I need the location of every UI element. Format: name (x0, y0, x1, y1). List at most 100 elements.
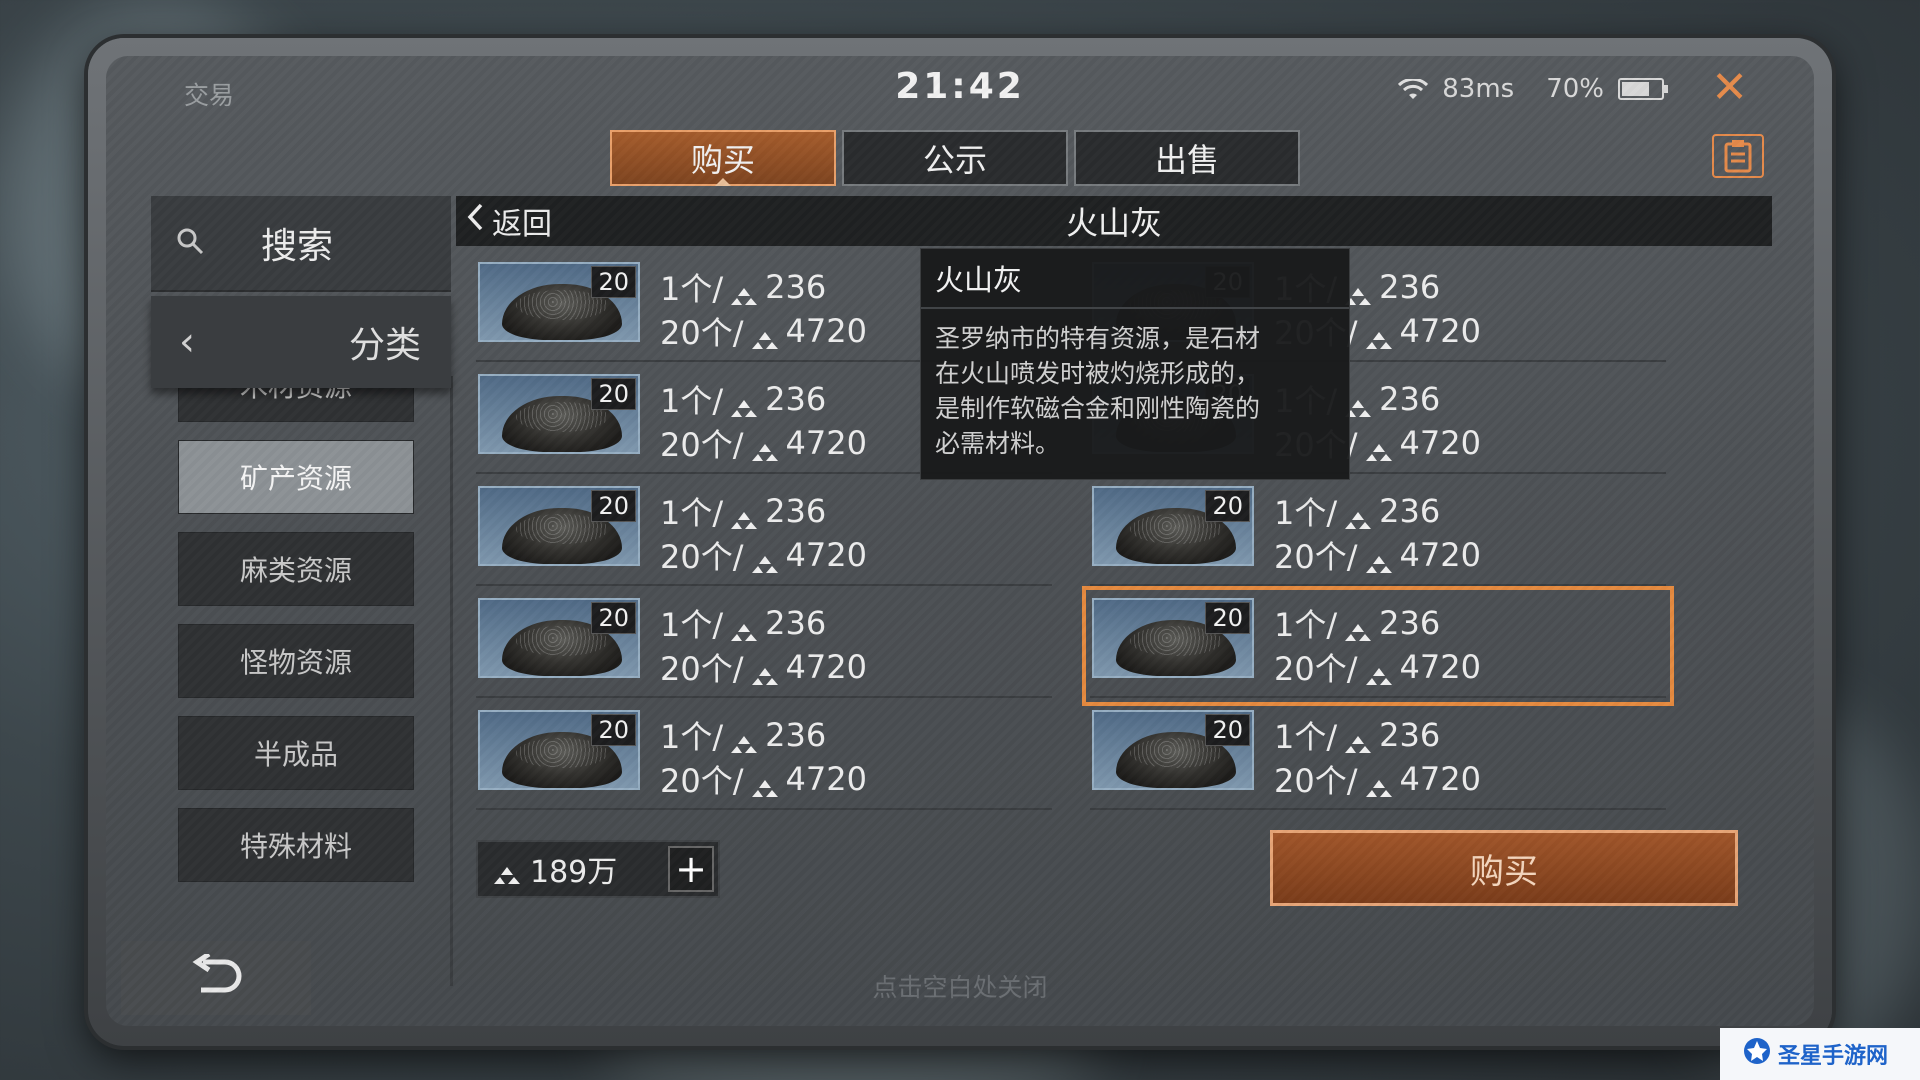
chevron-left-icon (466, 203, 484, 239)
currency-icon (1364, 769, 1394, 797)
volcanic-ash-thumbnail: 20 (478, 598, 640, 678)
plus-icon[interactable]: + (668, 846, 714, 892)
quantity-badge: 20 (1205, 714, 1250, 746)
currency-icon (1343, 613, 1373, 641)
unit-price: 236 (765, 268, 827, 306)
quantity-badge: 20 (591, 714, 636, 746)
tooltip-title: 火山灰 (921, 249, 1349, 309)
volcanic-ash-thumbnail: 20 (478, 710, 640, 790)
currency-icon (1343, 501, 1373, 529)
tab-sell[interactable]: 出售 (1074, 130, 1300, 186)
content-header: 返回 火山灰 (456, 196, 1772, 246)
volcanic-ash-thumbnail: 20 (1092, 486, 1254, 566)
unit-label: 1个/ (660, 270, 724, 308)
category-item-monster[interactable]: 怪物资源 (178, 624, 414, 698)
category-item-fiber[interactable]: 麻类资源 (178, 532, 414, 606)
unit-price: 236 (765, 716, 827, 754)
bulk-price-line: 20个/4720 (1274, 532, 1481, 578)
unit-price-line: 1个/236 (660, 712, 826, 758)
close-icon[interactable]: ✕ (1711, 66, 1748, 110)
unit-price: 236 (1379, 492, 1441, 530)
tooltip-line: 是制作软磁合金和刚性陶瓷的 (935, 394, 1261, 423)
category-toggle[interactable]: ‹ 分类 (151, 296, 451, 388)
bulk-label: 20个/ (660, 426, 744, 464)
tooltip-line: 在火山喷发时被灼烧形成的， (935, 359, 1261, 388)
unit-label: 1个/ (1274, 718, 1338, 756)
search-button[interactable]: 搜索 (151, 196, 451, 292)
unit-price: 236 (1379, 716, 1441, 754)
unit-price-line: 1个/236 (660, 376, 826, 422)
unit-label: 1个/ (660, 494, 724, 532)
bulk-price-line: 20个/4720 (660, 532, 867, 578)
quantity-badge: 20 (591, 378, 636, 410)
category-item-semi-finished[interactable]: 半成品 (178, 716, 414, 790)
close-hint[interactable]: 点击空白处关闭 (106, 968, 1814, 1004)
category-item-special[interactable]: 特殊材料 (178, 808, 414, 882)
unit-price: 236 (1379, 380, 1441, 418)
bulk-price-line: 20个/4720 (660, 644, 867, 690)
currency-balance: 189万 + (476, 840, 720, 898)
unit-price: 236 (765, 604, 827, 642)
unit-price: 236 (1379, 604, 1441, 642)
bulk-price: 4720 (785, 312, 867, 350)
bulk-price: 4720 (785, 536, 867, 574)
balance-value: 189万 (530, 855, 618, 890)
currency-icon (750, 769, 780, 797)
item-tooltip: 火山灰 圣罗纳市的特有资源，是石材 在火山喷发时被灼烧形成的， 是制作软磁合金和… (920, 248, 1350, 480)
back-button[interactable]: 返回 (466, 199, 552, 243)
unit-label: 1个/ (660, 606, 724, 644)
bulk-label: 20个/ (660, 538, 744, 576)
bulk-price: 4720 (1399, 536, 1481, 574)
buy-button[interactable]: 购买 (1270, 830, 1738, 906)
bulk-label: 20个/ (1274, 538, 1358, 576)
currency-icon (1364, 657, 1394, 685)
unit-price: 236 (765, 380, 827, 418)
bulk-price: 4720 (785, 760, 867, 798)
unit-label: 1个/ (660, 382, 724, 420)
bulk-price: 4720 (1399, 648, 1481, 686)
unit-price: 236 (1379, 268, 1441, 306)
bulk-price: 4720 (785, 648, 867, 686)
quantity-badge: 20 (1205, 602, 1250, 634)
unit-label: 1个/ (1274, 494, 1338, 532)
currency-icon (1364, 545, 1394, 573)
quantity-badge: 20 (591, 602, 636, 634)
search-icon (175, 226, 205, 260)
currency-icon (750, 545, 780, 573)
volcanic-ash-thumbnail: 20 (1092, 710, 1254, 790)
quantity-badge: 20 (1205, 490, 1250, 522)
listing-item[interactable]: 201个/23620个/4720 (1082, 586, 1674, 706)
tooltip-line: 圣罗纳市的特有资源，是石材 (935, 324, 1261, 353)
unit-price-line: 1个/236 (1274, 488, 1440, 534)
unit-price-line: 1个/236 (660, 600, 826, 646)
category-label: 分类 (348, 325, 421, 366)
currency-icon (492, 859, 522, 884)
back-label: 返回 (492, 207, 552, 242)
watermark: 圣星手游网 (1720, 1028, 1920, 1080)
listing-item[interactable]: 20 1个/236 20个/4720 (476, 706, 1052, 810)
tooltip-line: 必需材料。 (935, 429, 1061, 458)
bulk-price: 4720 (785, 424, 867, 462)
unit-price-line: 1个/236 (660, 264, 826, 310)
watermark-text: 圣星手游网 (1778, 1044, 1889, 1069)
tab-buy[interactable]: 购买 (610, 130, 836, 186)
tab-public[interactable]: 公示 (842, 130, 1068, 186)
clipboard-icon[interactable] (1712, 134, 1764, 178)
chevron-left-icon: ‹ (179, 319, 195, 365)
listing-item[interactable]: 20 1个/23620个/4720 (1090, 706, 1666, 810)
category-item-minerals[interactable]: 矿产资源 (178, 440, 414, 514)
listing-item[interactable]: 201个/23620个/4720 (476, 594, 1052, 698)
listing-item[interactable]: 201个/23620个/4720 (1090, 482, 1666, 586)
bulk-price-line: 20个/4720 (660, 420, 867, 466)
listing-item[interactable]: 201个/23620个/4720 (476, 482, 1052, 586)
bulk-price-line: 20个/4720 (660, 308, 867, 354)
unit-price-line: 1个/236 (660, 488, 826, 534)
bulk-label: 20个/ (660, 650, 744, 688)
bulk-label: 20个/ (660, 762, 744, 800)
bulk-price-line: 20个/4720 (1274, 756, 1481, 802)
unit-label: 1个/ (660, 718, 724, 756)
currency-icon (729, 613, 759, 641)
volcanic-ash-thumbnail: 20 (478, 374, 640, 454)
trade-tabs: 购买 公示 出售 (610, 130, 1300, 186)
battery-readout: 70% (1546, 74, 1604, 104)
